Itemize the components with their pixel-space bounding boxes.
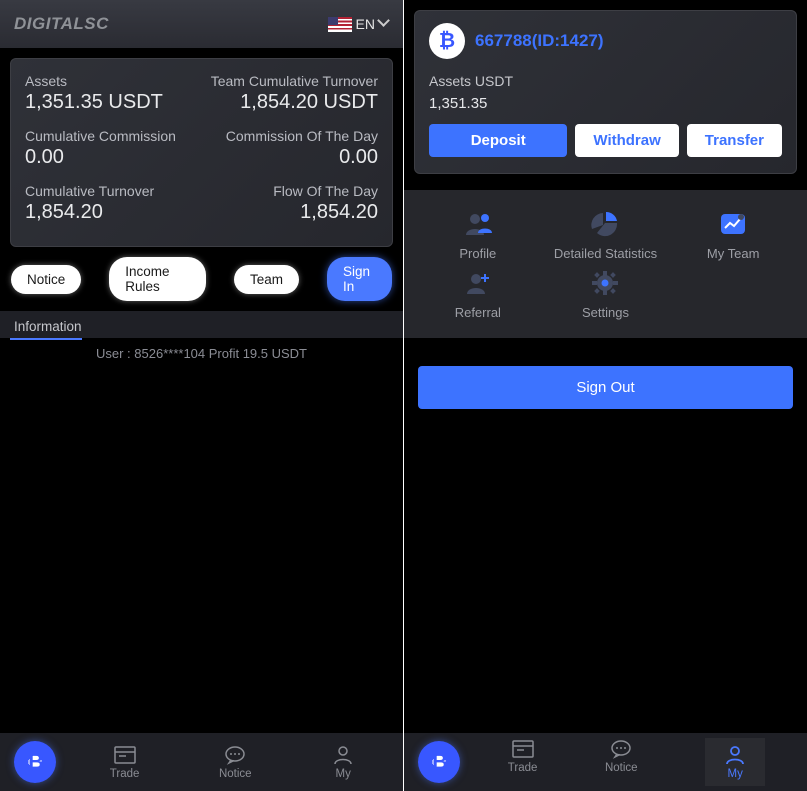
- nav-trade[interactable]: Trade: [110, 744, 140, 780]
- assets-label: Assets USDT: [429, 73, 782, 89]
- nav-trade-label: Trade: [110, 768, 140, 780]
- gear-icon: [590, 269, 620, 297]
- brand-logo: DIGITALSC: [14, 14, 109, 34]
- person-icon: [723, 744, 747, 766]
- team-turnover-value: 1,854.20 USDT: [240, 91, 378, 114]
- menu-grid: Profile Detailed Statistics My Team Refe…: [404, 190, 807, 338]
- withdraw-button[interactable]: Withdraw: [575, 124, 678, 157]
- nav-my-label: My: [728, 768, 743, 780]
- menu-settings[interactable]: Settings: [542, 269, 670, 320]
- nav-notice[interactable]: Notice: [219, 744, 252, 780]
- bitcoin-icon: ₿: [430, 749, 448, 775]
- nav-notice[interactable]: Notice: [605, 738, 638, 786]
- menu-referral-label: Referral: [455, 305, 501, 320]
- home-logo-button[interactable]: ₿: [14, 741, 56, 783]
- language-label: EN: [356, 16, 375, 32]
- nav-my[interactable]: My: [331, 744, 355, 780]
- bottom-nav: ₿ Trade Notice My: [404, 733, 807, 791]
- sign-out-button[interactable]: Sign Out: [418, 366, 793, 409]
- trade-icon: [511, 738, 535, 760]
- chat-icon: [223, 744, 247, 766]
- cum-turnover-label: Cumulative Turnover: [25, 183, 154, 199]
- right-screen: ₿ 667788(ID:1427) Assets USDT 1,351.35 D…: [404, 0, 807, 791]
- bitcoin-icon: ₿: [439, 30, 455, 53]
- flow-day-value: 1,854.20: [300, 201, 378, 224]
- stats-card: Assets 1,351.35 USDT Team Cumulative Tur…: [10, 58, 393, 247]
- assets-value: 1,351.35: [429, 95, 782, 112]
- team-button[interactable]: Team: [234, 265, 299, 294]
- menu-my-team[interactable]: My Team: [669, 210, 797, 261]
- language-selector[interactable]: EN: [328, 16, 389, 32]
- information-section: Information User : 8526****104 Profit 19…: [0, 311, 403, 367]
- user-card: ₿ 667788(ID:1427) Assets USDT 1,351.35 D…: [414, 10, 797, 174]
- information-heading: Information: [0, 311, 403, 338]
- transfer-button[interactable]: Transfer: [687, 124, 782, 157]
- nav-my[interactable]: My: [705, 738, 765, 786]
- commission-day-value: 0.00: [339, 146, 378, 169]
- notice-button[interactable]: Notice: [11, 265, 81, 294]
- assets-value: 1,351.35 USDT: [25, 91, 163, 114]
- menu-detailed-statistics[interactable]: Detailed Statistics: [542, 210, 670, 261]
- avatar: ₿: [429, 23, 465, 59]
- team-turnover-label: Team Cumulative Turnover: [211, 73, 378, 89]
- home-logo-button[interactable]: ₿: [418, 741, 460, 783]
- nav-notice-label: Notice: [219, 768, 252, 780]
- menu-settings-label: Settings: [582, 305, 629, 320]
- pill-row: Notice Income Rules Team Sign In: [0, 257, 403, 311]
- pie-chart-icon: [590, 210, 620, 238]
- chevron-down-icon: [379, 19, 389, 29]
- referral-icon: [463, 269, 493, 297]
- nav-notice-label: Notice: [605, 762, 638, 774]
- us-flag-icon: [328, 17, 352, 32]
- deposit-button[interactable]: Deposit: [429, 124, 567, 157]
- menu-referral[interactable]: Referral: [414, 269, 542, 320]
- cum-commission-label: Cumulative Commission: [25, 128, 176, 144]
- menu-myteam-label: My Team: [707, 246, 760, 261]
- person-icon: [331, 744, 355, 766]
- nav-trade-label: Trade: [508, 762, 538, 774]
- chat-icon: [609, 738, 633, 760]
- chart-up-icon: [718, 210, 748, 238]
- nav-my-label: My: [336, 768, 351, 780]
- bottom-nav: ₿ Trade Notice My: [0, 733, 403, 791]
- menu-profile-label: Profile: [459, 246, 496, 261]
- trade-icon: [113, 744, 137, 766]
- user-id: 667788(ID:1427): [475, 31, 604, 51]
- cum-commission-value: 0.00: [25, 146, 176, 169]
- menu-profile[interactable]: Profile: [414, 210, 542, 261]
- menu-stats-label: Detailed Statistics: [554, 246, 657, 261]
- sign-in-button[interactable]: Sign In: [327, 257, 392, 301]
- profile-icon: [463, 210, 493, 238]
- left-screen: DIGITALSC EN Assets 1,351.35 USDT Team C…: [0, 0, 403, 791]
- ticker-text: User : 8526****104 Profit 19.5 USDT: [0, 340, 403, 367]
- bitcoin-icon: ₿: [26, 749, 44, 775]
- income-rules-button[interactable]: Income Rules: [109, 257, 206, 301]
- topbar: DIGITALSC EN: [0, 0, 403, 48]
- flow-day-label: Flow Of The Day: [273, 183, 378, 199]
- cum-turnover-value: 1,854.20: [25, 201, 154, 224]
- commission-day-label: Commission Of The Day: [226, 128, 378, 144]
- assets-label: Assets: [25, 73, 163, 89]
- nav-trade[interactable]: Trade: [508, 738, 538, 786]
